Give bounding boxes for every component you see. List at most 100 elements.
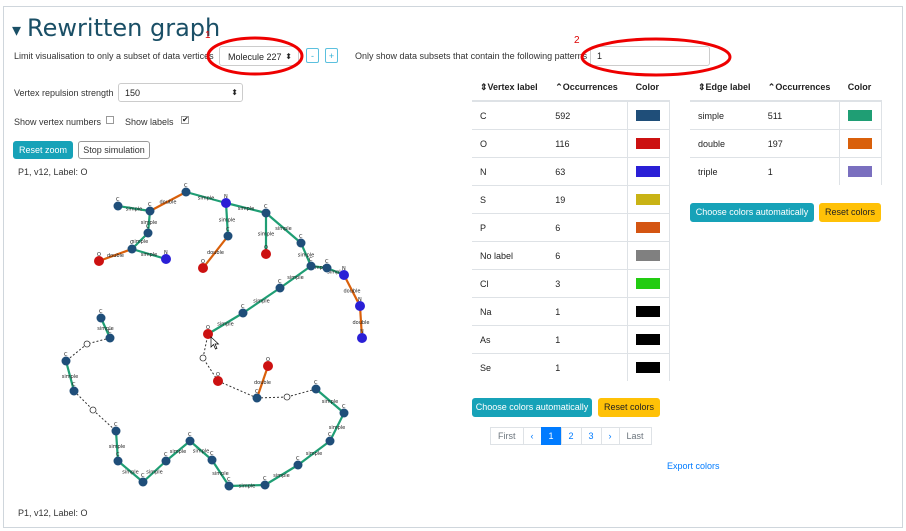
reset-zoom-button[interactable]: Reset zoom [13,141,73,159]
page-first-link[interactable]: First [490,427,524,445]
page-prev-link[interactable]: ‹ [522,427,542,445]
vertex-row-color-cell [627,185,670,214]
molecule-select-value: Molecule 227 [228,52,282,62]
vertex-reset-colors-button[interactable]: Reset colors [598,398,660,417]
graph-canvas[interactable]: simple double simple simple simple simple doub… [0,175,470,505]
graph-edge-dashed [286,388,317,398]
color-swatch[interactable] [636,194,661,206]
graph-vertex-unlabeled[interactable] [89,406,97,414]
color-swatch[interactable] [848,138,873,150]
vertex-row-label: C [472,100,548,130]
graph-vertex-label: C [148,202,152,208]
patterns-input-value: 1 [597,51,603,61]
graph-edge-label: simple [126,207,143,213]
graph-edge-label: simple [275,226,292,232]
vertex-row-label: As [472,325,548,354]
show-labels-checkbox[interactable]: ✔ [181,116,189,124]
vertex-row-color-cell [627,325,670,354]
vertex-row: Na 1 [472,297,670,326]
vertex-row: N 63 [472,157,670,186]
decrement-button[interactable]: - [306,48,319,63]
edge-row-color-cell [839,129,882,158]
vertex-row-occurrences: 1 [547,325,628,354]
vertex-row-label: No label [472,241,548,270]
graph-edge-dashed [92,409,117,432]
graph-vertex-label: C [314,380,318,386]
color-swatch[interactable] [636,250,661,262]
vertex-row-occurrences: 19 [547,185,628,214]
edge-reset-colors-button[interactable]: Reset colors [819,203,881,222]
vertex-row-occurrences: 6 [547,213,628,242]
export-colors-link[interactable]: Export colors [667,461,720,471]
repulsion-input-value: 150 [125,88,141,98]
color-swatch[interactable] [636,306,661,318]
vertex-row-label: S [472,185,548,214]
vertex-row-color-cell [627,353,670,381]
graph-vertex-label: N [224,194,228,200]
increment-button[interactable]: + [325,48,338,63]
color-swatch[interactable] [636,278,661,290]
graph-vertex-label: C [226,227,230,233]
edge-choose-colors-button[interactable]: Choose colors automatically [690,203,814,222]
stop-simulation-button[interactable]: Stop simulation [78,141,150,159]
vertex-row-label: Na [472,297,548,326]
page-last-link[interactable]: Last [618,427,652,445]
page-title-text: Rewritten graph [27,14,221,42]
color-swatch[interactable] [636,110,661,122]
graph-edge-label: double [343,289,360,295]
graph-vertex-label: O [216,372,220,378]
edge-occurrences-header[interactable]: ⌃Occurrences [759,74,840,102]
graph-vertex-label: O [266,357,270,363]
edge-row-label: double [690,129,760,158]
patterns-input[interactable]: 1 [590,46,710,66]
collapse-triangle-icon[interactable]: ▾ [12,20,21,41]
molecule-select[interactable]: Molecule 227 ⬍ [219,46,299,66]
edge-row-occurrences: 511 [759,100,840,130]
graph-vertex-label: C [184,183,188,189]
graph-vertex-label: C [227,477,231,483]
vertex-row-occurrences: 1 [547,353,628,381]
graph-edge-label: simple [146,470,163,476]
color-swatch[interactable] [636,138,661,150]
graph-edge-label: double [254,380,271,386]
vertex-label-header[interactable]: ⇕Vertex label [472,74,548,102]
vertex-color-header: Color [627,74,670,102]
graph-vertex-unlabeled[interactable] [83,340,91,348]
page-link-1[interactable]: 1 [540,427,562,445]
page-link-3[interactable]: 3 [580,427,602,445]
color-swatch[interactable] [848,166,873,178]
vertex-row-color-cell [627,269,670,298]
graph-vertex-label: C [72,382,76,388]
color-swatch[interactable] [848,110,873,122]
repulsion-input[interactable]: 150 ⬍ [118,83,243,102]
vertex-row: Se 1 [472,353,670,381]
edge-label-header[interactable]: ⇕Edge label [690,74,760,102]
color-swatch[interactable] [636,334,661,346]
vertex-row-occurrences: 63 [547,157,628,186]
color-swatch[interactable] [636,222,661,234]
graph-vertex-label: C [164,452,168,458]
spinner-icon[interactable]: ⬍ [231,84,238,102]
graph-vertex-label: C [278,279,282,285]
edge-label-table: ⇕Edge label ⌃Occurrences Color simple 511… [690,74,882,185]
vertex-row-color-cell [627,100,670,130]
patterns-label: Only show data subsets that contain the … [355,51,588,61]
color-swatch[interactable] [636,362,661,374]
vertex-occurrences-header[interactable]: ⌃Occurrences [547,74,628,102]
graph-vertex-label: C [328,432,332,438]
page-link-2[interactable]: 2 [560,427,582,445]
page-next-link[interactable]: › [600,427,620,445]
graph-edge-label: simple [329,425,346,431]
show-vertex-numbers-checkbox[interactable] [106,116,114,124]
vertex-choose-colors-button[interactable]: Choose colors automatically [472,398,592,417]
select-arrows-icon: ⬍ [285,52,292,61]
page-title[interactable]: ▾ Rewritten graph [12,14,220,42]
graph-vertex-unlabeled[interactable] [283,393,291,401]
color-swatch[interactable] [636,166,661,178]
graph-vertex-label: C [299,234,303,240]
graph-vertex-label: N [342,266,346,272]
graph-edge-label: simple [238,206,255,212]
hover-info-bottom: P1, v12, Label: O [18,508,88,518]
graph-vertex-unlabeled[interactable] [199,354,207,362]
vertex-row: Cl 3 [472,269,670,298]
